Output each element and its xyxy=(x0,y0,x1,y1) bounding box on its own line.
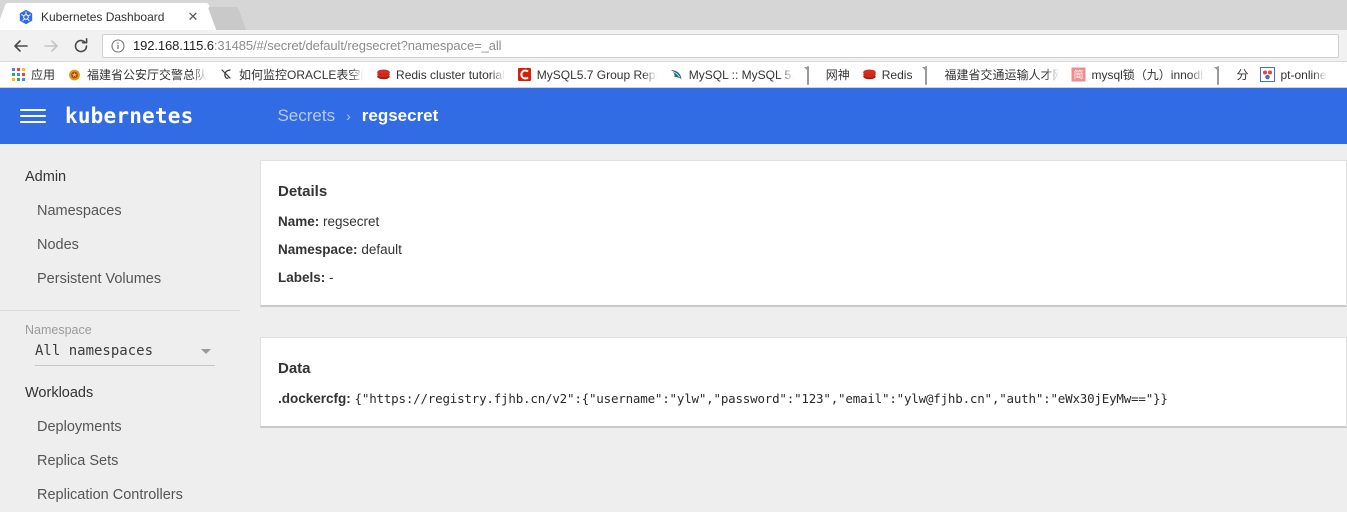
bookmark-mysql-docs[interactable]: MySQL :: MySQL 5.7 xyxy=(664,64,799,86)
bookmark-label: Redis cluster tutorial xyxy=(396,67,505,82)
redis-icon xyxy=(376,67,391,82)
oracle-icon xyxy=(219,67,234,82)
data-card-body: .dockercfg: {"https://registry.fjhb.cn/v… xyxy=(261,377,1346,426)
browser-toolbar: 192.168.115.6:31485/#/secret/default/reg… xyxy=(0,30,1347,62)
tab-close-icon[interactable]: ✕ xyxy=(186,10,200,24)
tab-strip: Kubernetes Dashboard ✕ xyxy=(0,0,1347,30)
browser-tab-kubernetes-dashboard[interactable]: Kubernetes Dashboard ✕ xyxy=(8,3,206,30)
details-card-title: Details xyxy=(278,183,328,200)
app-header: kubernetes Secrets › regsecret xyxy=(0,88,1347,144)
details-card-body: Name: regsecret Namespace: default Label… xyxy=(261,200,1346,305)
data-card-title: Data xyxy=(278,360,311,377)
url-path: :31485/#/secret/default/regsecret?namesp… xyxy=(213,38,502,53)
namespace-select[interactable]: All namespaces xyxy=(35,343,215,366)
chevron-down-icon xyxy=(201,348,211,354)
data-card: Data .dockercfg: {"https://registry.fjhb… xyxy=(260,337,1347,428)
data-key: .dockercfg: xyxy=(278,391,351,406)
bookmark-fen[interactable]: 分 xyxy=(1211,64,1253,86)
bookmarks-bar: 应用 福建省公安厅交警总队 如何监控ORACLE表空间 Redis cluste… xyxy=(0,62,1347,88)
bookmark-label: 如何监控ORACLE表空间 xyxy=(239,68,365,82)
browser-window: Kubernetes Dashboard ✕ 192.168.115.6:314… xyxy=(0,0,1347,523)
detail-value: - xyxy=(329,270,334,285)
sidebar-item-replica-sets[interactable]: Replica Sets xyxy=(0,444,240,478)
bookmark-label: MySQL5.7 Group Replication xyxy=(536,67,657,82)
bookmark-label: 福建省公安厅交警总队 xyxy=(87,68,208,82)
sidebar-item-namespaces[interactable]: Namespaces xyxy=(0,194,240,228)
apps-grid-icon xyxy=(11,67,26,82)
bookmark-fujian-traffic-police[interactable]: 福建省公安厅交警总队 xyxy=(62,64,212,86)
sidebar-group-title-workloads: Workloads xyxy=(25,385,94,401)
percona-icon xyxy=(1260,67,1276,82)
detail-row-labels: Labels: - xyxy=(278,270,1329,285)
detail-key: Name: xyxy=(278,214,320,229)
sidebar-item-replication-controllers[interactable]: Replication Controllers xyxy=(0,478,240,512)
redis-icon xyxy=(862,67,877,82)
bookmark-label: 福建省交通运输人才网 xyxy=(944,68,1060,82)
bookmark-label: 网神 xyxy=(825,68,850,82)
bookmark-oracle-monitor[interactable]: 如何监控ORACLE表空间 xyxy=(214,64,369,86)
data-row-dockercfg: .dockercfg: {"https://registry.fjhb.cn/v… xyxy=(278,391,1329,406)
bookmark-apps[interactable]: 应用 xyxy=(6,64,60,86)
page-icon xyxy=(1216,66,1231,85)
kubernetes-favicon xyxy=(18,9,34,25)
bookmark-fujian-transport-talent[interactable]: 福建省交通运输人才网 xyxy=(919,64,1064,86)
url-host: 192.168.115.6 xyxy=(133,38,214,53)
sidebar-item-deployments[interactable]: Deployments xyxy=(0,410,240,444)
mysql-dolphin-icon xyxy=(669,67,684,82)
jian-icon: 简 xyxy=(1071,67,1086,82)
breadcrumb-parent-secrets[interactable]: Secrets xyxy=(277,106,335,126)
main-content: Details Name: regsecret Namespace: defau… xyxy=(240,144,1347,512)
page-icon xyxy=(924,66,939,85)
detail-value: default xyxy=(361,242,402,257)
sidebar-nav: Admin Namespaces Nodes Persistent Volume… xyxy=(0,144,240,512)
app-brand-title: kubernetes xyxy=(65,104,194,128)
address-bar-url: 192.168.115.6:31485/#/secret/default/reg… xyxy=(133,38,501,53)
hamburger-menu-icon[interactable] xyxy=(20,106,46,126)
bookmark-pt-online[interactable]: pt-online xyxy=(1255,64,1331,86)
forward-button[interactable] xyxy=(38,33,64,59)
bookmark-label: Redis xyxy=(881,67,913,82)
bookmark-mysql-lock-nine-innodb[interactable]: 简 mysql锁（九）innodb xyxy=(1066,64,1209,86)
detail-key: Labels: xyxy=(278,270,326,285)
bookmark-label: 分 xyxy=(1236,68,1249,82)
breadcrumb: Secrets › regsecret xyxy=(277,106,438,126)
sidebar-group-title-admin: Admin xyxy=(25,169,67,185)
detail-value: regsecret xyxy=(323,214,380,229)
breadcrumb-separator-icon: › xyxy=(346,108,351,124)
page-icon xyxy=(806,66,821,85)
bookmark-label: MySQL :: MySQL 5.7 xyxy=(688,67,794,82)
bookmark-label: pt-online xyxy=(1280,67,1327,82)
sidebar-item-nodes[interactable]: Nodes xyxy=(0,228,240,262)
mysql-c-icon xyxy=(517,67,532,82)
detail-key: Namespace: xyxy=(278,242,358,257)
app-body: Admin Namespaces Nodes Persistent Volume… xyxy=(0,144,1347,512)
police-badge-icon xyxy=(67,67,82,82)
back-button[interactable] xyxy=(8,33,34,59)
svg-text:简: 简 xyxy=(1074,68,1084,81)
address-bar[interactable]: 192.168.115.6:31485/#/secret/default/reg… xyxy=(102,33,1339,58)
detail-row-name: Name: regsecret xyxy=(278,214,1329,229)
bookmark-redis-cluster-tutorial[interactable]: Redis cluster tutorial xyxy=(371,64,510,86)
bookmark-mysql57-group-replication[interactable]: MySQL5.7 Group Replication xyxy=(512,64,662,86)
page-info-icon[interactable] xyxy=(111,38,125,53)
breadcrumb-current-regsecret: regsecret xyxy=(361,106,439,125)
bookmark-label: mysql锁（九）innodb xyxy=(1091,68,1205,82)
reload-button[interactable] xyxy=(68,33,94,59)
tab-title: Kubernetes Dashboard xyxy=(41,9,165,24)
bookmark-redis[interactable]: Redis xyxy=(857,64,918,86)
bookmark-wangshen[interactable]: 网神 xyxy=(801,64,855,86)
details-card: Details Name: regsecret Namespace: defau… xyxy=(260,160,1347,307)
bookmark-label: 应用 xyxy=(31,68,56,82)
data-value: {"https://registry.fjhb.cn/v2":{"usernam… xyxy=(354,391,1168,406)
sidebar-item-persistent-volumes[interactable]: Persistent Volumes xyxy=(0,262,240,296)
namespace-select-value: All namespaces xyxy=(35,343,154,359)
detail-row-namespace: Namespace: default xyxy=(278,242,1329,257)
namespace-selector-label: Namespace xyxy=(25,323,92,337)
